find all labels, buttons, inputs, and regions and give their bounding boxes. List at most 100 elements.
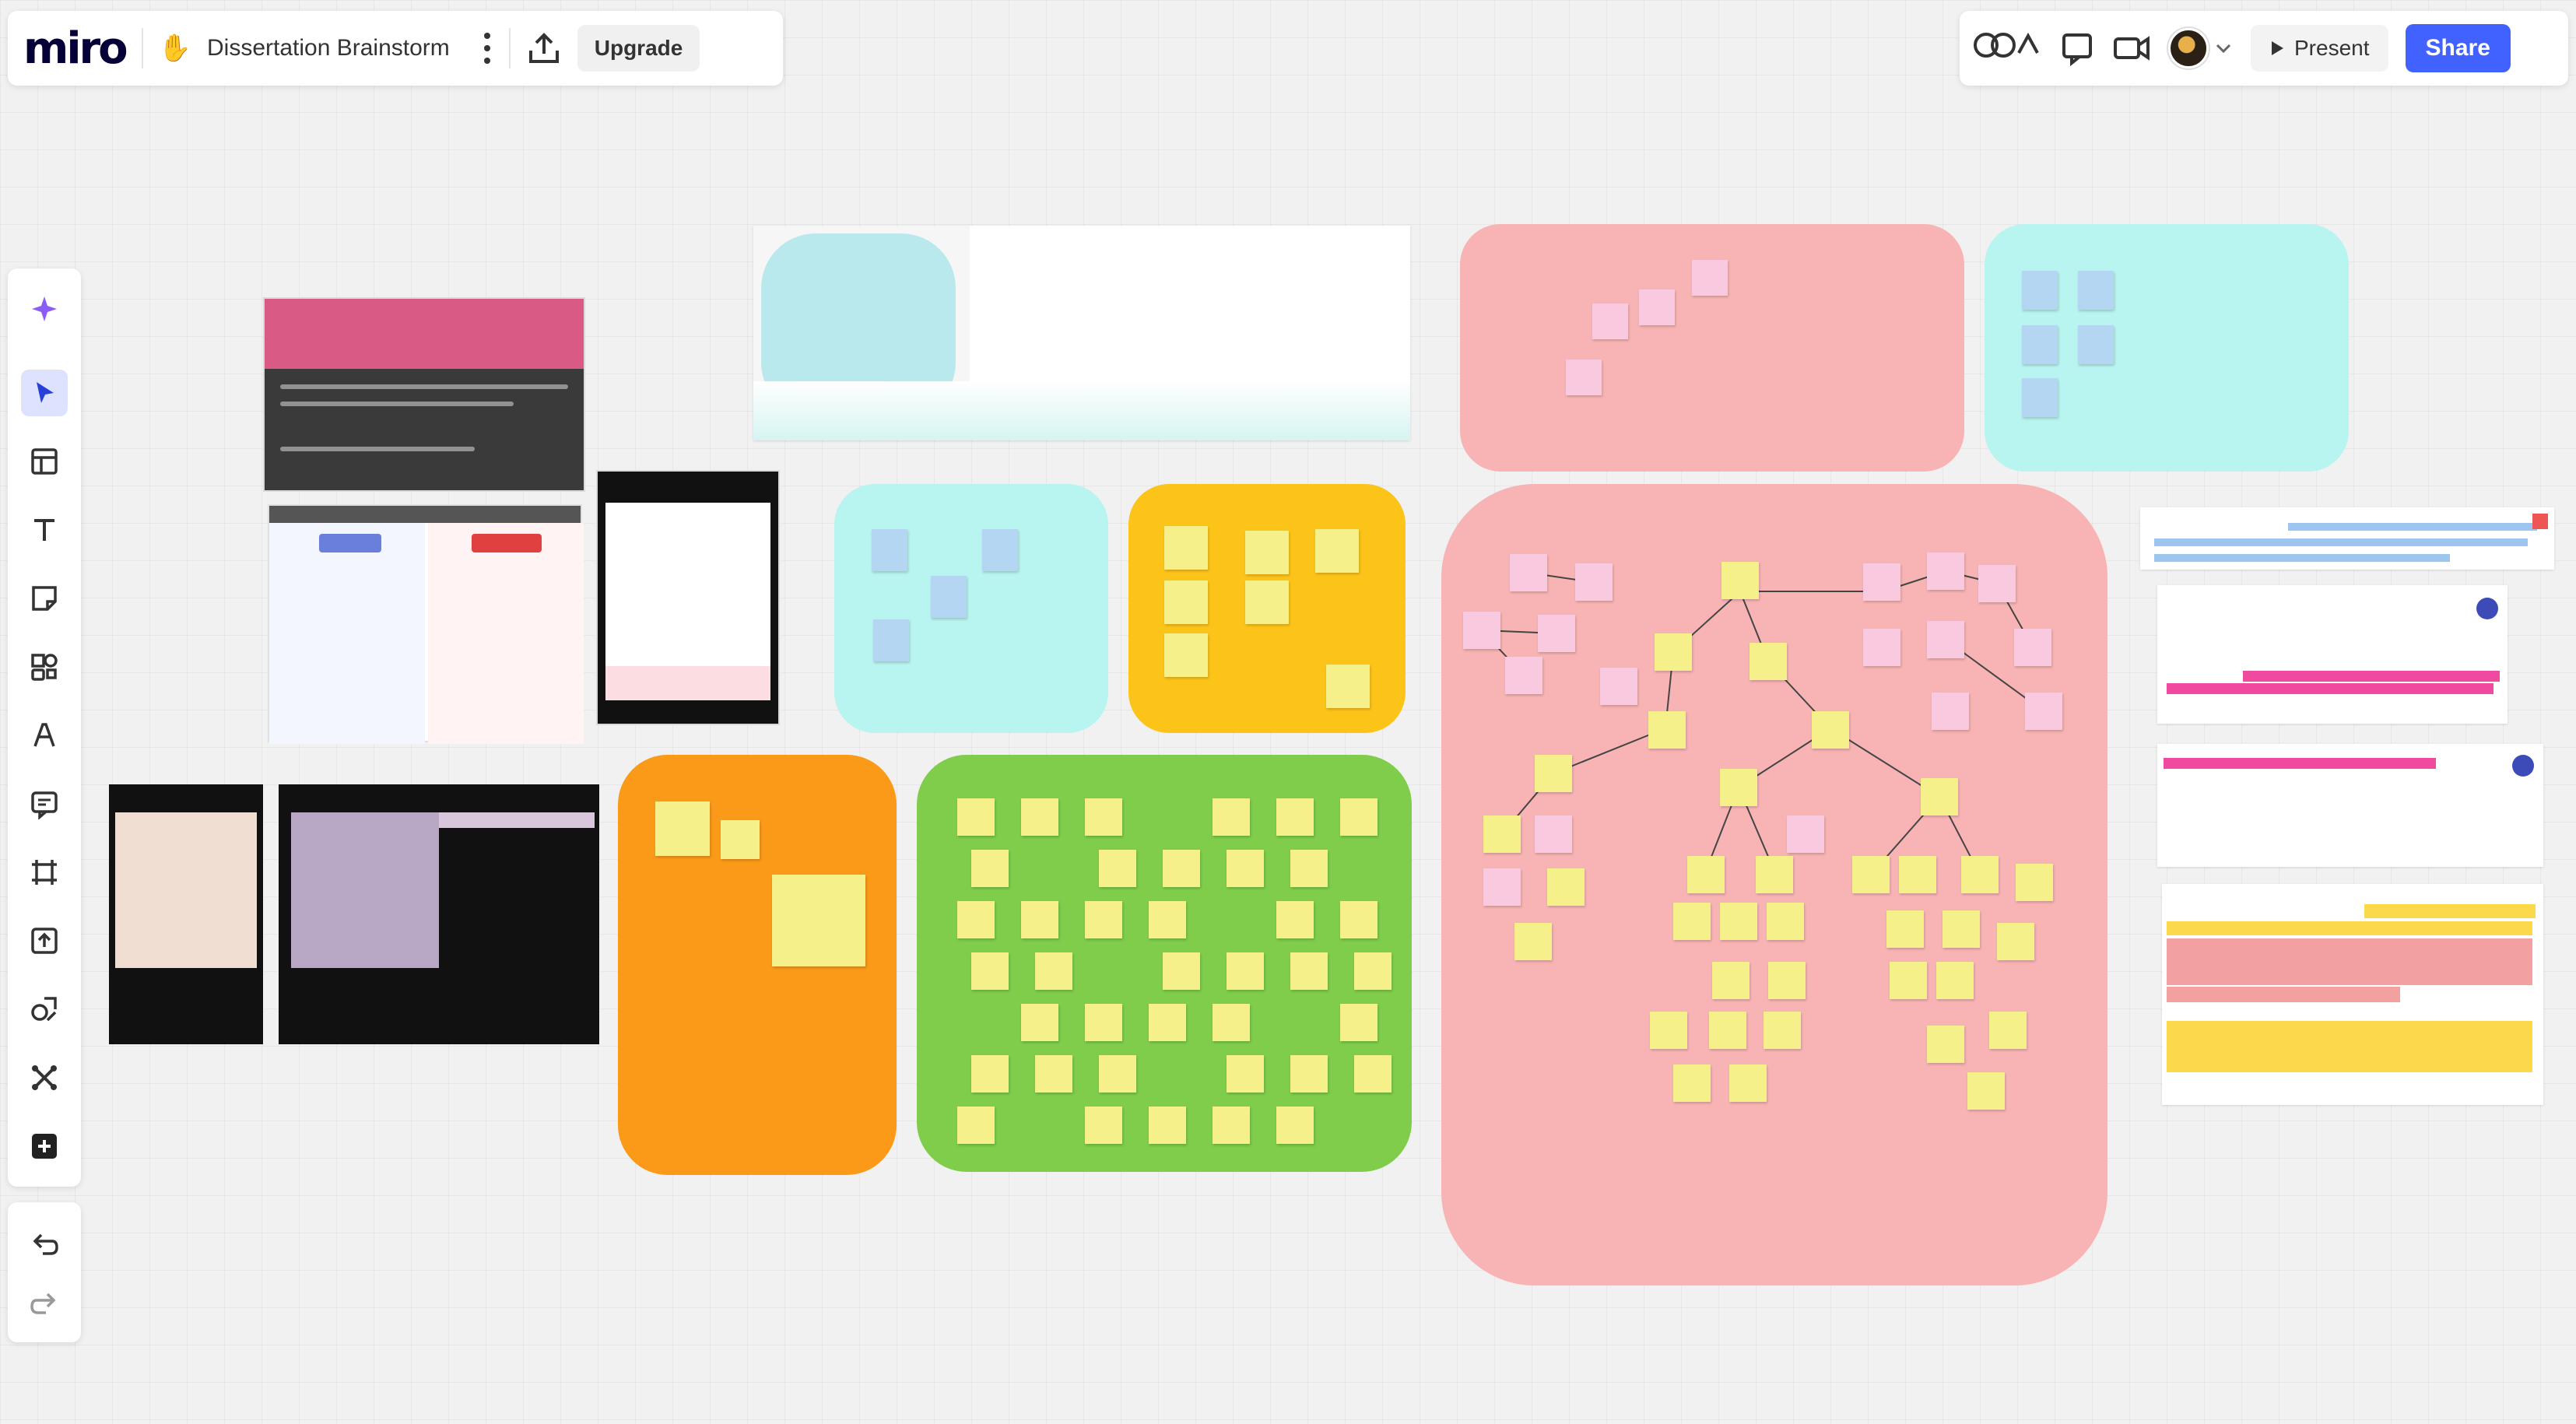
frame-cyan-middle[interactable] xyxy=(834,484,1108,733)
sticky-note[interactable] xyxy=(655,801,710,856)
sticky-note[interactable] xyxy=(1340,1004,1377,1041)
user-menu[interactable] xyxy=(2168,28,2234,68)
image-pink-app-screenshot[interactable] xyxy=(263,297,585,492)
text-tool-icon[interactable] xyxy=(21,507,68,553)
text-snippet-highlighted[interactable] xyxy=(2140,507,2554,570)
sticky-note[interactable] xyxy=(1227,952,1264,990)
sticky-note[interactable] xyxy=(1213,1107,1250,1144)
sticky-note[interactable] xyxy=(1085,1004,1122,1041)
sticky-note[interactable] xyxy=(1163,952,1200,990)
select-tool-icon[interactable] xyxy=(21,370,68,416)
sticky-note-icon[interactable] xyxy=(21,575,68,622)
sticky-note[interactable] xyxy=(1164,633,1208,677)
sticky-note[interactable] xyxy=(1315,529,1359,573)
sticky-note[interactable] xyxy=(1943,910,1980,948)
sticky-note[interactable] xyxy=(1764,1012,1801,1049)
sticky-note[interactable] xyxy=(1712,962,1750,999)
image-instagram-post[interactable] xyxy=(279,784,599,1044)
text-snippet-card[interactable] xyxy=(2157,744,2543,867)
board-title[interactable]: Dissertation Brainstorm xyxy=(207,35,450,61)
sticky-note[interactable] xyxy=(1276,901,1314,938)
sticky-note[interactable] xyxy=(1354,1055,1392,1093)
chevron-down-icon[interactable] xyxy=(2213,40,2234,56)
export-icon[interactable] xyxy=(526,30,562,66)
miro-logo[interactable]: miro xyxy=(23,23,128,74)
avatar[interactable] xyxy=(2168,28,2209,68)
sticky-note[interactable] xyxy=(1967,1072,2005,1110)
sticky-note[interactable] xyxy=(1692,260,1728,296)
sticky-note[interactable] xyxy=(1639,289,1675,325)
sticky-note[interactable] xyxy=(982,529,1018,571)
sticky-note[interactable] xyxy=(1721,562,1759,599)
sticky-note[interactable] xyxy=(2022,378,2058,417)
upgrade-button[interactable]: Upgrade xyxy=(577,25,700,72)
sticky-note[interactable] xyxy=(1149,1004,1186,1041)
present-button[interactable]: Present xyxy=(2251,25,2388,72)
sticky-note[interactable] xyxy=(721,820,760,859)
video-call-icon[interactable] xyxy=(2112,33,2151,64)
redo-icon[interactable] xyxy=(21,1280,68,1327)
image-dark-phone-screenshot[interactable] xyxy=(596,470,780,725)
sticky-note[interactable] xyxy=(1354,952,1392,990)
sticky-note[interactable] xyxy=(1673,1064,1711,1102)
frame-icon[interactable] xyxy=(21,849,68,896)
add-more-icon[interactable] xyxy=(21,1123,68,1170)
sticky-note[interactable] xyxy=(1997,923,2034,960)
sticky-note[interactable] xyxy=(1340,798,1377,836)
sticky-note[interactable] xyxy=(1812,711,1849,749)
sticky-note[interactable] xyxy=(1505,657,1542,694)
sticky-note[interactable] xyxy=(1750,643,1787,680)
sticky-note[interactable] xyxy=(1326,665,1370,708)
sticky-note[interactable] xyxy=(1245,580,1289,624)
sticky-note[interactable] xyxy=(1927,552,1964,590)
sticky-note[interactable] xyxy=(1021,798,1058,836)
text-snippet-highlighted[interactable] xyxy=(2162,884,2543,1105)
apps-icon[interactable] xyxy=(21,1054,68,1101)
templates-icon[interactable] xyxy=(21,438,68,485)
sticky-note[interactable] xyxy=(873,619,909,661)
sticky-note[interactable] xyxy=(1547,868,1585,906)
sticky-note[interactable] xyxy=(2025,693,2062,730)
text-snippet-card[interactable] xyxy=(2157,585,2508,724)
sticky-note[interactable] xyxy=(2022,271,2058,310)
sticky-note[interactable] xyxy=(1290,1055,1328,1093)
sticky-note[interactable] xyxy=(1655,633,1692,671)
sticky-note[interactable] xyxy=(1213,798,1250,836)
shapes-icon[interactable] xyxy=(21,644,68,690)
reactions-icon[interactable] xyxy=(1972,30,2042,68)
sticky-note[interactable] xyxy=(1535,815,1572,853)
shape-library-icon[interactable] xyxy=(21,986,68,1033)
sticky-note[interactable] xyxy=(2022,325,2058,364)
sticky-note[interactable] xyxy=(1921,778,1958,815)
sticky-note[interactable] xyxy=(1989,1012,2027,1049)
sticky-note[interactable] xyxy=(1149,901,1186,938)
sticky-note[interactable] xyxy=(1290,850,1328,887)
sticky-note[interactable] xyxy=(1035,1055,1072,1093)
board-emoji[interactable]: ✋ xyxy=(159,33,191,64)
more-options-icon[interactable] xyxy=(481,30,493,67)
sticky-note[interactable] xyxy=(1535,755,1572,792)
sticky-note[interactable] xyxy=(1575,563,1613,601)
sticky-note[interactable] xyxy=(1227,1055,1264,1093)
undo-icon[interactable] xyxy=(21,1221,68,1268)
sticky-note[interactable] xyxy=(1164,526,1208,570)
sticky-note[interactable] xyxy=(1863,563,1900,601)
comments-icon[interactable] xyxy=(2059,30,2095,66)
sticky-note[interactable] xyxy=(1927,621,1964,658)
sticky-note[interactable] xyxy=(1340,901,1377,938)
sticky-note[interactable] xyxy=(931,576,967,618)
sticky-note[interactable] xyxy=(2078,271,2114,310)
sticky-note[interactable] xyxy=(971,850,1009,887)
pen-icon[interactable] xyxy=(21,712,68,759)
comment-icon[interactable] xyxy=(21,780,68,827)
sticky-note[interactable] xyxy=(1290,952,1328,990)
sticky-note[interactable] xyxy=(1035,952,1072,990)
sticky-note[interactable] xyxy=(1978,565,2016,602)
sticky-note[interactable] xyxy=(1720,769,1757,806)
sticky-note[interactable] xyxy=(872,529,907,571)
sticky-note[interactable] xyxy=(1787,815,1824,853)
sticky-note[interactable] xyxy=(2016,864,2053,901)
sticky-note[interactable] xyxy=(1099,1055,1136,1093)
sticky-note[interactable] xyxy=(1720,903,1757,940)
sticky-note[interactable] xyxy=(1600,668,1637,705)
